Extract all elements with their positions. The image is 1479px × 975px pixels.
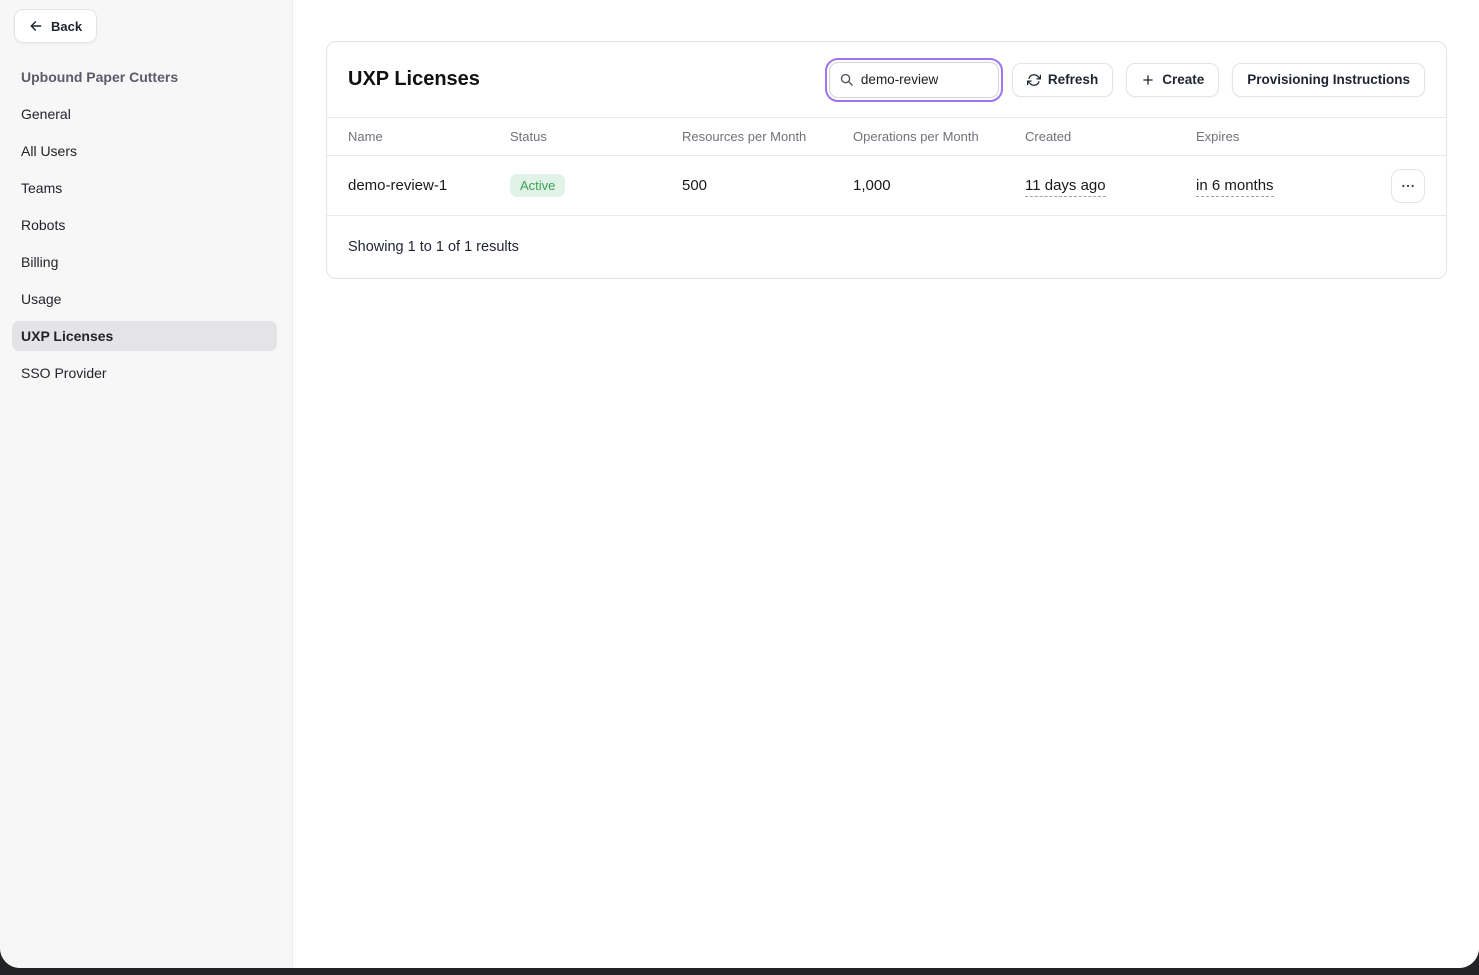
license-name: demo-review-1 [348, 177, 510, 194]
back-button-label: Back [51, 19, 82, 34]
refresh-icon [1027, 73, 1041, 87]
main-content: UXP Licenses Refresh [293, 0, 1479, 968]
toolbar: Refresh Create Provisioning Instructions [829, 62, 1425, 98]
provisioning-instructions-label: Provisioning Instructions [1247, 72, 1410, 87]
sidebar-item-sso-provider[interactable]: SSO Provider [0, 358, 292, 388]
app-window: Back Upbound Paper Cutters General All U… [0, 0, 1479, 968]
actions-cell [1391, 169, 1425, 203]
card-footer: Showing 1 to 1 of 1 results [327, 216, 1446, 278]
search-input[interactable] [829, 62, 999, 98]
sidebar-item-uxp-licenses[interactable]: UXP Licenses [12, 321, 277, 351]
status-cell: Active [510, 174, 682, 197]
created-cell: 11 days ago [1025, 177, 1196, 194]
column-header-name: Name [348, 129, 510, 144]
column-header-status: Status [510, 129, 682, 144]
arrow-left-icon [29, 19, 43, 33]
provisioning-instructions-button[interactable]: Provisioning Instructions [1232, 63, 1425, 97]
table-header: Name Status Resources per Month Operatio… [327, 117, 1446, 156]
expires-value[interactable]: in 6 months [1196, 177, 1274, 197]
page-title: UXP Licenses [348, 68, 480, 91]
row-actions-button[interactable] [1391, 169, 1425, 203]
sidebar-item-teams[interactable]: Teams [0, 173, 292, 203]
back-button[interactable]: Back [14, 9, 97, 43]
sidebar: Back Upbound Paper Cutters General All U… [0, 0, 293, 968]
table-row: demo-review-1 Active 500 1,000 11 days a… [327, 156, 1446, 216]
resources-per-month-value: 500 [682, 177, 853, 194]
uxp-licenses-card: UXP Licenses Refresh [326, 41, 1447, 279]
card-header: UXP Licenses Refresh [327, 42, 1446, 117]
sidebar-item-general[interactable]: General [0, 99, 292, 129]
status-badge: Active [510, 174, 565, 197]
column-header-expires: Expires [1196, 129, 1367, 144]
ellipsis-icon [1400, 178, 1416, 194]
plus-icon [1141, 73, 1155, 87]
create-button-label: Create [1162, 72, 1204, 87]
column-header-operations: Operations per Month [853, 129, 1025, 144]
results-summary: Showing 1 to 1 of 1 results [348, 239, 519, 255]
org-name-heading: Upbound Paper Cutters [21, 69, 271, 85]
sidebar-nav: General All Users Teams Robots Billing U… [0, 99, 292, 388]
sidebar-item-robots[interactable]: Robots [0, 210, 292, 240]
sidebar-item-all-users[interactable]: All Users [0, 136, 292, 166]
sidebar-item-billing[interactable]: Billing [0, 247, 292, 277]
column-header-created: Created [1025, 129, 1196, 144]
refresh-button-label: Refresh [1048, 72, 1098, 87]
refresh-button[interactable]: Refresh [1012, 63, 1113, 97]
sidebar-item-usage[interactable]: Usage [0, 284, 292, 314]
operations-per-month-value: 1,000 [853, 177, 1025, 194]
search-box [829, 62, 999, 98]
expires-cell: in 6 months [1196, 177, 1367, 194]
column-header-resources: Resources per Month [682, 129, 853, 144]
created-value[interactable]: 11 days ago [1025, 177, 1106, 197]
create-button[interactable]: Create [1126, 63, 1219, 97]
